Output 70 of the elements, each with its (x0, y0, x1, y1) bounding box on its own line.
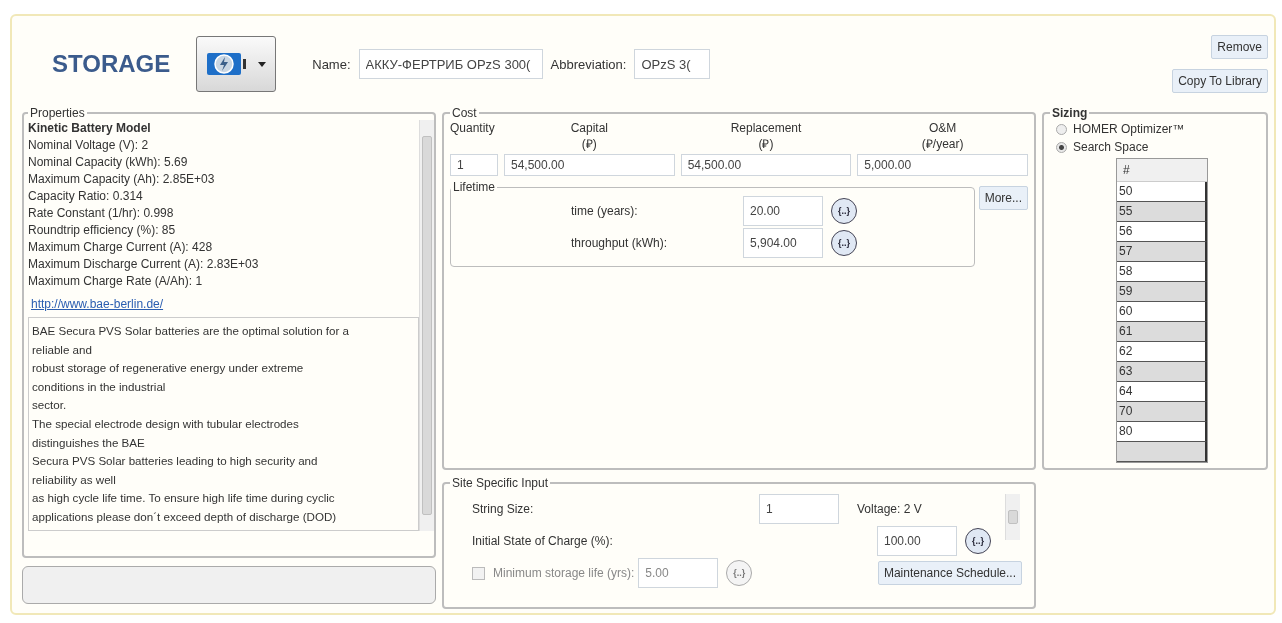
table-cell[interactable]: 70 (1117, 402, 1207, 422)
description-text: BAE Secura PVS Solar batteries are the optimal solution for a reliable and robust storage of regenerative energy under extreme conditions in the industrial sector. The special electrode design with tubular electrodes distinguishes the BAE Secura PVS Solar batteries leading to high security and reliability as well as high cycle life time. To ensure high life time during cyclic applications please don´t exceed depth of discharge (DOD) (28, 317, 419, 531)
table-cell[interactable]: 57 (1117, 242, 1207, 262)
sensitivity-button[interactable]: {..} (831, 198, 857, 224)
table-cell[interactable]: 80 (1117, 422, 1207, 442)
option-label: HOMER Optimizer™ (1073, 121, 1185, 138)
table-cell[interactable]: 56 (1117, 222, 1207, 242)
table-cell[interactable]: 64 (1117, 382, 1207, 402)
property-line: Maximum Capacity (Ah): 2.85E+03 (28, 171, 216, 188)
voltage-text: Voltage: 2 V (857, 502, 922, 516)
website-link[interactable]: http://www.bae-berlin.de/ (31, 296, 419, 313)
table-cell[interactable]: 63 (1117, 362, 1207, 382)
scrollbar[interactable] (1005, 494, 1020, 540)
option-label: Search Space (1073, 139, 1149, 156)
property-line: Maximum Charge Current (A): 428 (28, 239, 214, 256)
column-header: Replacement (₽) (729, 120, 803, 153)
lifetime-field[interactable]: 5,904.00 (743, 228, 823, 258)
panel-title: Lifetime (452, 180, 497, 194)
field-label: Name: (312, 56, 351, 72)
charge-field[interactable]: 100.00 (877, 526, 957, 556)
table-cell[interactable]: 60 (1117, 302, 1207, 322)
table-cell[interactable]: 55 (1117, 202, 1207, 222)
panel-title: Site Specific Input (451, 476, 550, 490)
table-cell[interactable]: 59 (1117, 282, 1207, 302)
cost-field[interactable]: 54,500.00 (504, 154, 675, 176)
field-label: Minimum storage life (yrs): (493, 566, 635, 580)
table-header: # (1117, 159, 1207, 182)
maintenance-schedule-button[interactable]: Maintenance Schedule... (877, 561, 1022, 585)
property-line: Maximum Discharge Current (A): 2.83E+03 (28, 256, 260, 273)
table-cell[interactable]: 61 (1117, 322, 1207, 342)
remove-button[interactable]: Remove (1211, 35, 1268, 59)
lifetime-field[interactable]: 20.00 (743, 196, 823, 226)
column-header: Quantity (450, 120, 496, 137)
model-heading: Kinetic Battery Model (28, 120, 152, 137)
column-header: Capital (₽) (569, 120, 609, 153)
property-line: Nominal Capacity (kWh): 5.69 (28, 154, 189, 171)
field-label: Initial State of Charge (%): (472, 534, 614, 548)
field-label: throughput (kWh): (571, 236, 669, 250)
scrollbar[interactable] (419, 120, 434, 531)
field-label: String Size: (472, 502, 535, 516)
property-line: Rate Constant (1/hr): 0.998 (28, 205, 175, 222)
field-label: time (years): (571, 204, 639, 218)
string-size-field[interactable]: 1 (759, 494, 839, 524)
panel-title: Cost (451, 106, 478, 120)
cost-field[interactable]: 5,000.00 (857, 154, 1028, 176)
property-line: Roundtrip efficiency (%): 85 (28, 222, 177, 239)
table-cell[interactable]: 50 (1117, 182, 1207, 202)
sensitivity-button[interactable]: {..} (831, 230, 857, 256)
cost-field[interactable]: 54,500.00 (680, 154, 852, 176)
name-field[interactable]: АККУ-ФЕРТРИБ OPzS 300( (358, 49, 543, 79)
panel-title: Sizing (1051, 106, 1089, 120)
sensitivity-button[interactable]: {..} (965, 528, 991, 554)
panel-title: Properties (29, 106, 86, 120)
component-dropdown[interactable] (196, 36, 277, 92)
caret-icon (258, 61, 267, 67)
abbreviation-field[interactable]: OPzS 3( (634, 49, 711, 79)
cost-field[interactable]: 1 (450, 154, 498, 176)
copy-to-library-button[interactable]: Copy To Library (1172, 69, 1268, 93)
radio-button[interactable] (1056, 141, 1067, 153)
property-line: Capacity Ratio: 0.314 (28, 188, 144, 205)
empty-row[interactable] (1117, 442, 1207, 462)
column-header: O&M (₽/year) (920, 120, 965, 153)
field-label: Abbreviation: (550, 56, 627, 72)
table-cell[interactable]: 58 (1117, 262, 1207, 282)
more-button[interactable]: More... (978, 186, 1028, 210)
property-line: Nominal Voltage (V): 2 (28, 137, 150, 154)
table-cell[interactable]: 62 (1117, 342, 1207, 362)
radio-button[interactable] (1056, 123, 1067, 135)
property-line: Maximum Charge Rate (A/Ah): 1 (28, 273, 204, 290)
page-title: STORAGE (52, 50, 171, 78)
